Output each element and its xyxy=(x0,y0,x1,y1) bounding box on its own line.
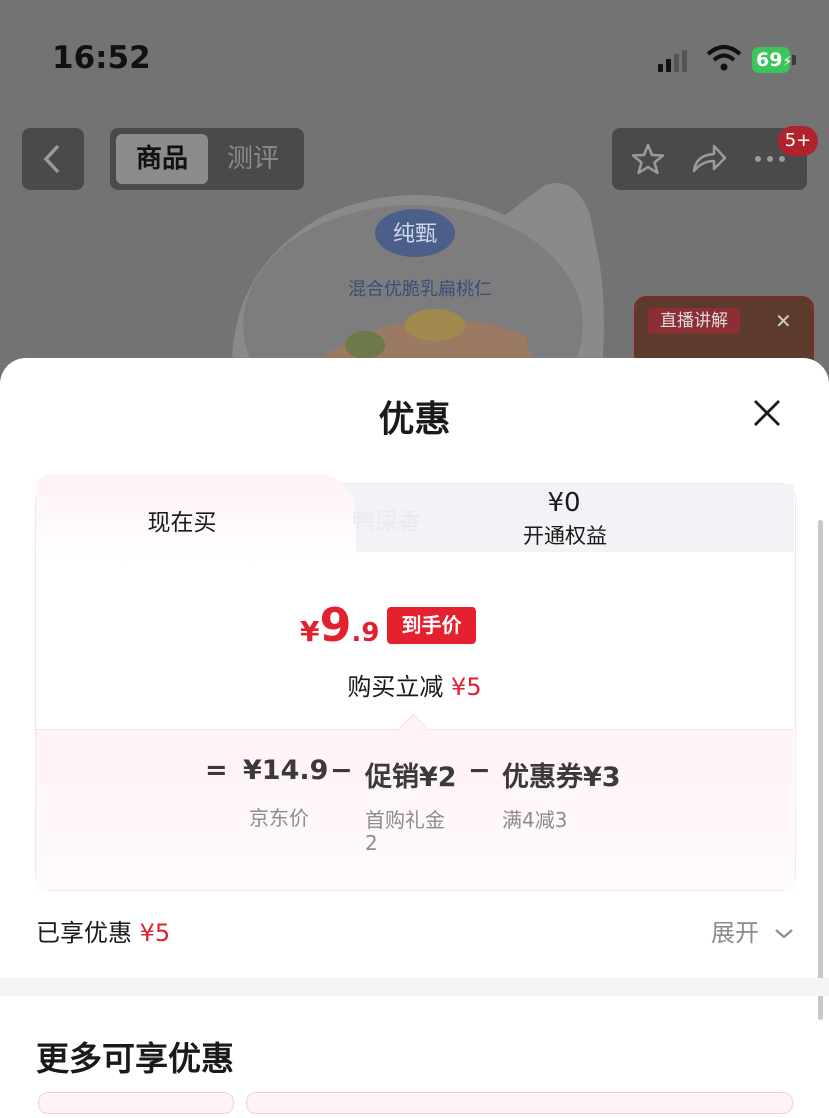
tab-membership-price[interactable]: ¥0 xyxy=(520,488,608,518)
close-icon[interactable]: ✕ xyxy=(775,309,792,333)
more-icon[interactable] xyxy=(752,150,788,168)
back-button[interactable] xyxy=(22,128,84,190)
chevron-down-icon xyxy=(774,929,793,939)
more-discount-card[interactable] xyxy=(38,1092,234,1114)
share-icon[interactable] xyxy=(690,141,728,177)
tab-membership-label[interactable]: 开通权益 xyxy=(505,520,625,550)
enjoyed-value: ¥5 xyxy=(139,919,171,947)
discount-label: 购买立减 xyxy=(347,673,444,701)
tab-ghost-text: 鸭屎香 xyxy=(352,509,421,535)
expand-button[interactable]: 展开 xyxy=(711,913,795,948)
discount-summary: 购买立减 ¥5 xyxy=(0,667,829,702)
signal-icon xyxy=(658,50,690,72)
expand-label: 展开 xyxy=(711,919,759,947)
promo-sub-2: 2 xyxy=(365,831,378,855)
sheet-title: 优惠 xyxy=(378,399,451,440)
star-icon[interactable] xyxy=(630,141,666,177)
more-discount-card[interactable] xyxy=(246,1092,793,1114)
promo-sub-1: 首购礼金 xyxy=(365,808,445,832)
close-button[interactable] xyxy=(750,396,784,434)
coupon-value: 优惠券¥3 xyxy=(502,762,621,793)
formula-minus-2: − xyxy=(468,755,491,786)
formula-equals: = xyxy=(205,755,228,786)
close-icon xyxy=(754,400,780,426)
discount-value: ¥5 xyxy=(451,673,482,701)
more-discounts-title: 更多可享优惠 xyxy=(36,1039,234,1078)
enjoyed-label: 已享优惠 xyxy=(36,919,132,947)
section-divider xyxy=(0,978,829,996)
coupon-sub: 满4减3 xyxy=(502,808,568,832)
status-time: 16:52 xyxy=(52,40,151,76)
product-desc-text: 混合优脆乳扁桃仁 xyxy=(348,279,492,300)
wifi-icon xyxy=(706,44,742,76)
jd-price-label: 京东价 xyxy=(249,806,309,830)
notification-badge: 5+ xyxy=(778,126,818,156)
battery-icon: 69⚡ xyxy=(752,47,792,73)
jd-price: ¥14.9 xyxy=(243,755,329,786)
final-price-tag: 到手价 xyxy=(387,607,476,644)
tab-buy-now[interactable]: 现在买 xyxy=(36,503,328,537)
enjoyed-discount: 已享优惠 ¥5 xyxy=(36,913,170,948)
promo-value: 促销¥2 xyxy=(365,762,457,793)
tab-goods[interactable]: 商品 xyxy=(116,134,208,184)
chevron-left-icon xyxy=(43,144,60,174)
battery-cap xyxy=(792,55,796,65)
final-price: ¥9.9 xyxy=(300,598,380,652)
live-label: 直播讲解 xyxy=(648,308,740,334)
scrollbar[interactable] xyxy=(818,520,823,1020)
formula-minus-1: − xyxy=(330,755,353,786)
brand-text: 纯甄 xyxy=(393,222,437,247)
